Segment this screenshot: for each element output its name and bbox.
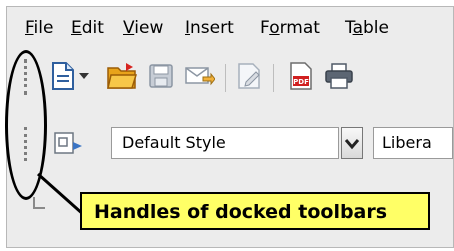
callout-text: Handles of docked toolbars bbox=[94, 201, 388, 223]
callout-box: Handles of docked toolbars bbox=[80, 192, 430, 230]
